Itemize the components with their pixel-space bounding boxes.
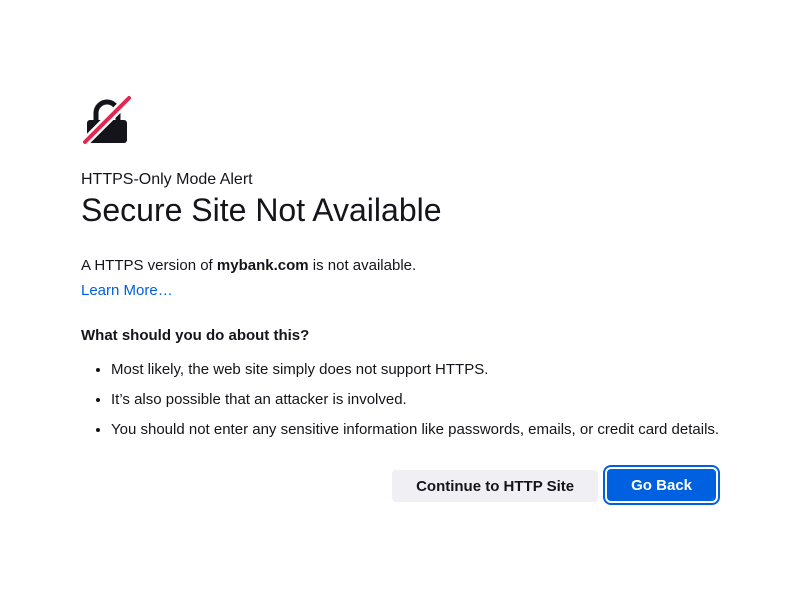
learn-more-link[interactable]: Learn More… [81,281,173,301]
description-prefix: A HTTPS version of [81,257,217,274]
list-item: It’s also possible that an attacker is i… [111,390,721,410]
alert-container: HTTPS-Only Mode Alert Secure Site Not Av… [81,95,721,450]
button-group: Continue to HTTP Site Go Back [392,465,720,505]
go-back-button[interactable]: Go Back [603,465,720,505]
advice-heading: What should you do about this? [81,327,310,344]
advice-list: Most likely, the web site simply does no… [81,360,721,440]
list-item: You should not enter any sensitive infor… [111,420,721,440]
alert-description: A HTTPS version of mybank.com is not ava… [81,256,721,276]
description-suffix: is not available. [308,257,417,274]
continue-to-http-button[interactable]: Continue to HTTP Site [392,470,599,502]
site-domain: mybank.com [216,257,309,274]
https-only-error-page: HTTPS-Only Mode Alert Secure Site Not Av… [0,0,800,600]
insecure-lock-icon [81,95,133,147]
list-item: Most likely, the web site simply does no… [111,360,721,380]
alert-eyebrow: HTTPS-Only Mode Alert [81,171,253,188]
page-title: Secure Site Not Available [81,192,442,228]
